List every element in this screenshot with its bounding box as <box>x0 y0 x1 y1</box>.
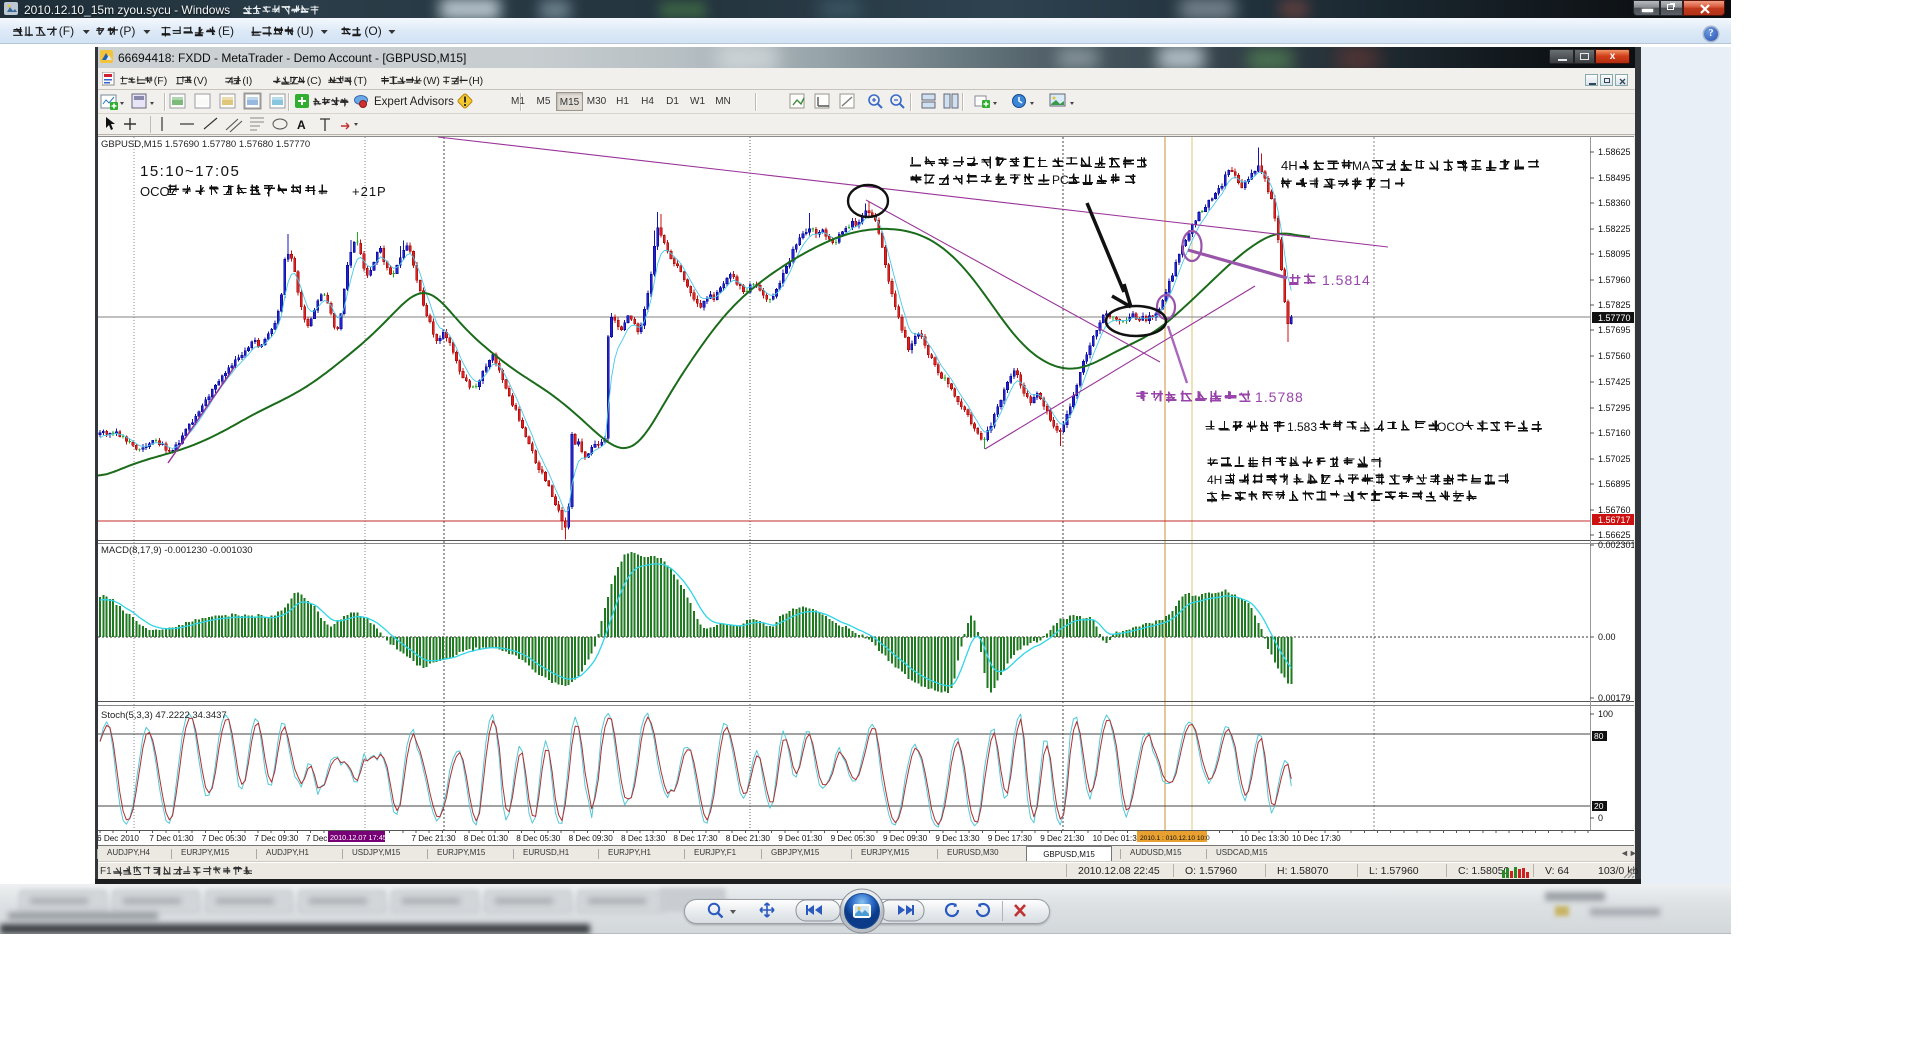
svg-text:1.56760: 1.56760 <box>1598 505 1631 515</box>
svg-text:0.00: 0.00 <box>1598 632 1616 642</box>
svg-text:6 Dec 2010: 6 Dec 2010 <box>98 834 139 843</box>
svg-text:1.57425: 1.57425 <box>1598 377 1631 387</box>
svg-text:GBPUSD,M15 1.57690 1.57780 1.: GBPUSD,M15 1.57690 1.57780 1.57680 1.577… <box>101 139 310 150</box>
svg-text:OCO: OCO <box>1437 420 1464 434</box>
svg-text:1.58225: 1.58225 <box>1598 224 1631 234</box>
svg-text:7 Dec 05:30: 7 Dec 05:30 <box>202 834 247 843</box>
svg-text:1.58625: 1.58625 <box>1598 147 1631 157</box>
svg-text:7 Dec: 7 Dec <box>306 834 327 843</box>
svg-text:1.58495: 1.58495 <box>1598 173 1631 183</box>
svg-text:8 Dec 13:30: 8 Dec 13:30 <box>621 834 666 843</box>
svg-text:1.5814: 1.5814 <box>1322 272 1371 288</box>
svg-text:1.5788: 1.5788 <box>1255 389 1304 405</box>
svg-text:PC: PC <box>1052 173 1069 187</box>
svg-text:1.57695: 1.57695 <box>1598 325 1631 335</box>
svg-text:8 Dec 01:30: 8 Dec 01:30 <box>464 834 509 843</box>
svg-text:80: 80 <box>1594 731 1604 741</box>
svg-text:MACD(8,17,9) -0.001230 -0.0010: MACD(8,17,9) -0.001230 -0.001030 <box>101 545 253 556</box>
svg-text:100: 100 <box>1598 709 1613 719</box>
svg-text:8 Dec 17:30: 8 Dec 17:30 <box>673 834 718 843</box>
svg-text:10 Dec 13:30: 10 Dec 13:30 <box>1240 834 1289 843</box>
svg-text:8 Dec 09:30: 8 Dec 09:30 <box>569 834 614 843</box>
svg-text:2010.1 : 010.12.10 10:0: 2010.1 : 010.12.10 10:0 <box>1140 835 1210 842</box>
svg-text:1.583: 1.583 <box>1287 420 1317 434</box>
svg-text:9 Dec 13:30: 9 Dec 13:30 <box>935 834 980 843</box>
svg-text:+21P: +21P <box>352 184 387 199</box>
svg-text:1.57295: 1.57295 <box>1598 403 1631 413</box>
svg-text:7 Dec 01:30: 7 Dec 01:30 <box>149 834 194 843</box>
svg-text:1.56895: 1.56895 <box>1598 479 1631 489</box>
svg-text:MA: MA <box>1352 159 1370 173</box>
svg-text:10 Dec 17:30: 10 Dec 17:30 <box>1292 834 1341 843</box>
svg-text:4H: 4H <box>1207 473 1222 487</box>
svg-text:4H: 4H <box>1281 158 1298 173</box>
svg-text:9 Dec 09:30: 9 Dec 09:30 <box>883 834 928 843</box>
svg-text:9 Dec 01:30: 9 Dec 01:30 <box>778 834 823 843</box>
svg-text:1.57560: 1.57560 <box>1598 351 1631 361</box>
svg-text:2010.12.07 17:45: 2010.12.07 17:45 <box>330 833 387 842</box>
svg-text:8 Dec 21:30: 8 Dec 21:30 <box>726 834 771 843</box>
svg-text:20: 20 <box>1594 801 1604 811</box>
svg-text:1.57025: 1.57025 <box>1598 454 1631 464</box>
svg-text:1.57825: 1.57825 <box>1598 300 1631 310</box>
svg-text:1.57960: 1.57960 <box>1598 275 1631 285</box>
svg-text:9 Dec 21:30: 9 Dec 21:30 <box>1040 834 1085 843</box>
svg-text:10 Dec 01:30: 10 Dec 01:30 <box>1093 834 1142 843</box>
svg-text:Stoch(5,3,3) 47.2222 34.3437: Stoch(5,3,3) 47.2222 34.3437 <box>101 710 227 721</box>
svg-text:1.56717: 1.56717 <box>1598 515 1631 525</box>
svg-text:0.002301: 0.002301 <box>1598 540 1634 550</box>
svg-text:7 Dec 09:30: 7 Dec 09:30 <box>254 834 299 843</box>
svg-text:9 Dec 17:30: 9 Dec 17:30 <box>988 834 1033 843</box>
svg-text:8 Dec 05:30: 8 Dec 05:30 <box>516 834 561 843</box>
svg-text:A: A <box>297 118 306 132</box>
svg-text:7 Dec 21:30: 7 Dec 21:30 <box>411 834 456 843</box>
svg-text:OCO: OCO <box>140 184 170 199</box>
svg-text:0: 0 <box>1598 813 1603 823</box>
svg-text:1.56625: 1.56625 <box>1598 530 1631 540</box>
svg-text:0.00179: 0.00179 <box>1598 693 1631 703</box>
svg-text:1.57770: 1.57770 <box>1598 313 1631 323</box>
svg-text:9 Dec 05:30: 9 Dec 05:30 <box>831 834 876 843</box>
svg-text:1.57160: 1.57160 <box>1598 428 1631 438</box>
svg-text:15:10~17:05: 15:10~17:05 <box>140 163 240 180</box>
svg-text:1.58360: 1.58360 <box>1598 198 1631 208</box>
svg-text:1.58095: 1.58095 <box>1598 249 1631 259</box>
